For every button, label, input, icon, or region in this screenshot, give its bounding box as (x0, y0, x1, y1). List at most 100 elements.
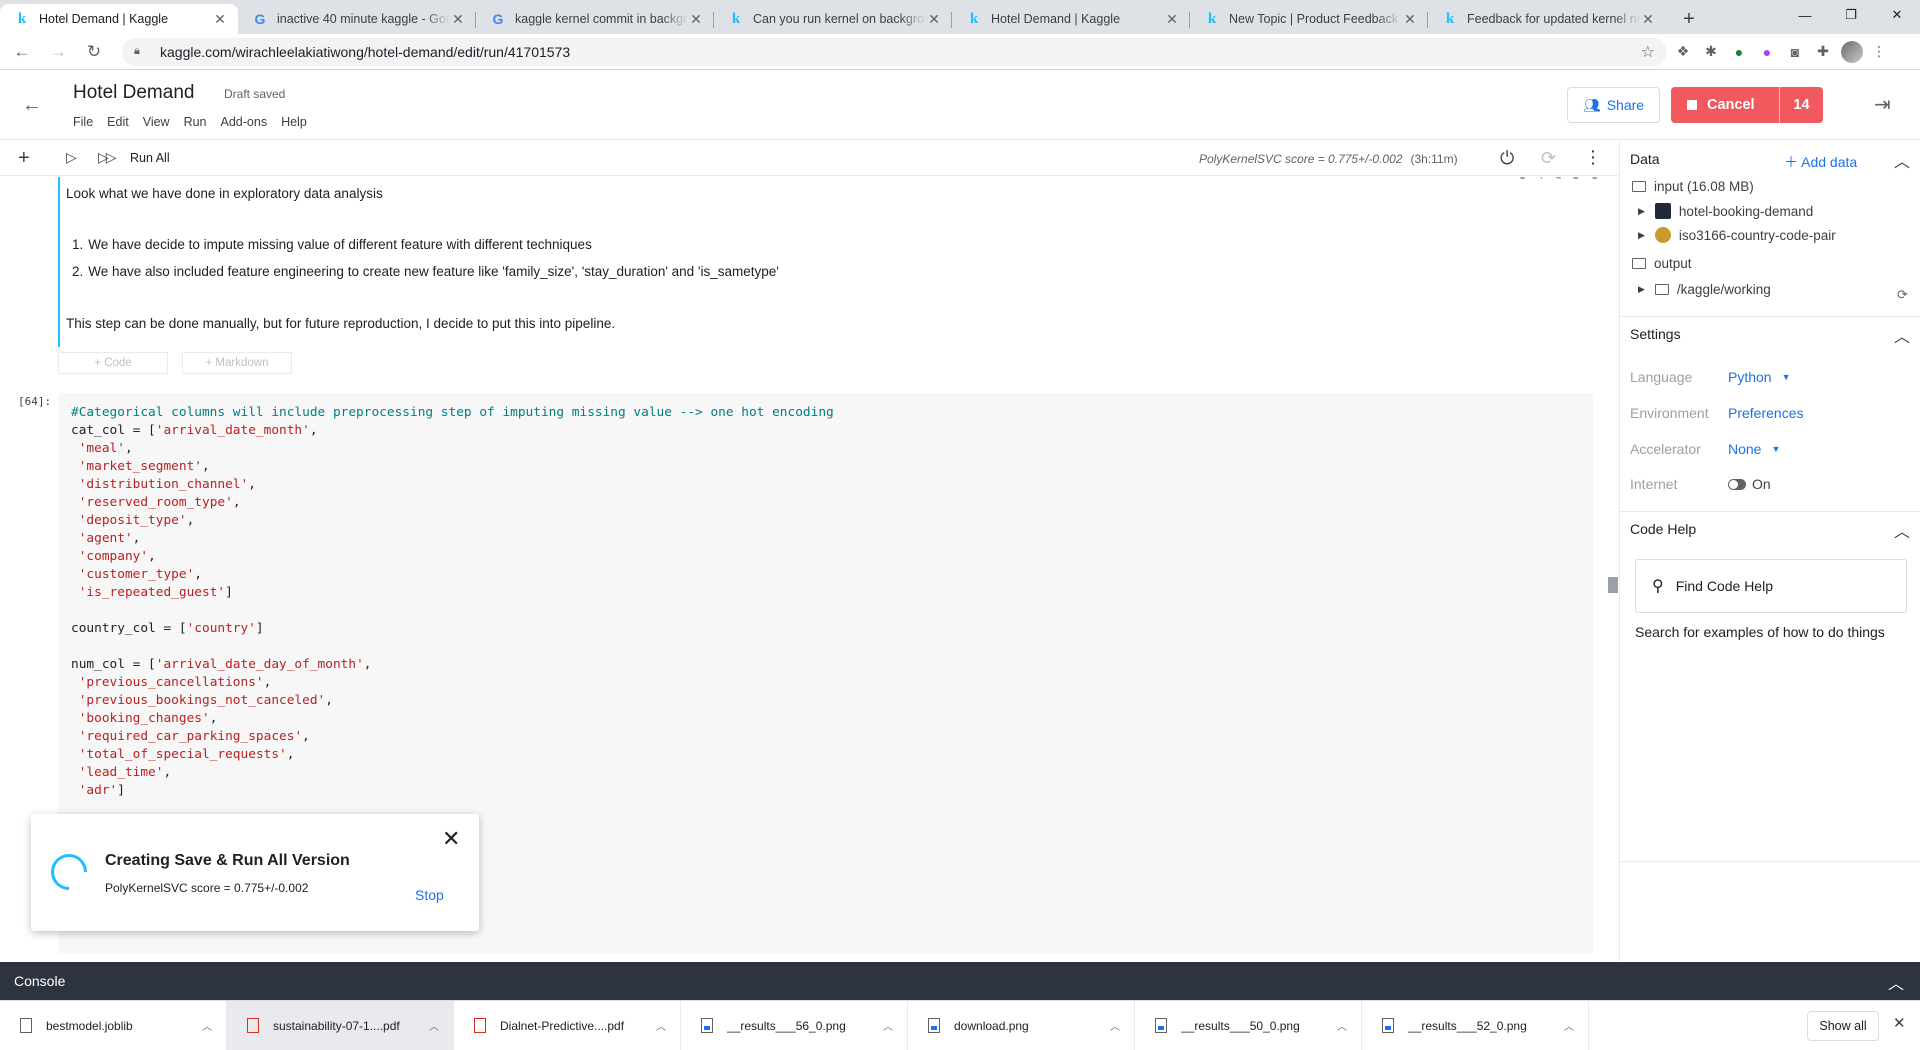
dataset-item[interactable]: ▶ iso3166-country-code-pair (1638, 227, 1836, 243)
chevron-up-icon[interactable]: ︿ (1894, 323, 1910, 347)
chevron-up-icon[interactable]: ︿ (429, 1018, 439, 1033)
extension-green-icon[interactable]: ● (1727, 40, 1751, 64)
settings-section-header[interactable]: Settings ︿ (1620, 320, 1920, 348)
extension-icon[interactable]: ❖ (1671, 40, 1695, 64)
download-item[interactable]: download.png ︿ (908, 1000, 1135, 1050)
stop-button[interactable]: Stop (415, 887, 444, 903)
move-down-icon[interactable]: ▼ (1537, 177, 1546, 181)
code-editor[interactable]: #Categorical columns will include prepro… (71, 404, 834, 800)
extension-bug-icon[interactable]: ✱ (1699, 40, 1723, 64)
browser-tab[interactable]: G kaggle kernel commit in background ✕ (476, 4, 714, 34)
browser-tab[interactable]: k New Topic | Product Feedback | Discuss… (1190, 4, 1428, 34)
chevron-up-icon[interactable]: ︿ (1110, 1018, 1120, 1033)
menu-add-ons[interactable]: Add-ons (221, 115, 268, 129)
restore-icon[interactable]: ❐ (1828, 0, 1874, 30)
scrollbar-thumb[interactable] (1608, 577, 1618, 593)
refresh-icon[interactable]: ⟳ (1541, 148, 1556, 169)
chevron-up-icon[interactable]: ︿ (1337, 1018, 1347, 1033)
code-help-search-input[interactable]: ⚲ Find Code Help (1635, 559, 1907, 613)
menu-file[interactable]: File (73, 115, 93, 129)
close-icon[interactable]: ✕ (450, 11, 466, 27)
refresh-icon[interactable]: ⟳ (1897, 287, 1908, 303)
caret-right-icon[interactable]: ▶ (1638, 206, 1645, 217)
browser-tab[interactable]: G inactive 40 minute kaggle - Google Sea… (238, 4, 476, 34)
browser-tab[interactable]: k Feedback for updated kernel notebook ✕ (1428, 4, 1666, 34)
url-input[interactable]: 🔒︎ kaggle.com/wirachleelakiatiwong/hotel… (122, 37, 1667, 66)
menu-view[interactable]: View (143, 115, 170, 129)
add-cell-icon[interactable]: + (18, 147, 30, 170)
accelerator-select[interactable]: None (1728, 441, 1761, 457)
close-icon[interactable]: ✕ (1893, 1014, 1906, 1032)
add-data-button[interactable]: ＋ Add data (1784, 152, 1857, 172)
chevron-up-icon[interactable]: ︿ (883, 1018, 893, 1033)
download-item[interactable]: __results___56_0.png ︿ (681, 1000, 908, 1050)
camera-icon[interactable]: ◙ (1783, 40, 1807, 64)
move-up-icon[interactable]: ▲ (1518, 177, 1527, 181)
forward-icon[interactable]: → (44, 38, 72, 66)
caret-right-icon[interactable]: ▶ (1638, 284, 1645, 295)
move-top-icon[interactable]: ▲ (1571, 177, 1580, 181)
close-window-icon[interactable]: ✕ (1874, 0, 1920, 30)
chevron-up-icon[interactable]: ︿ (1564, 1018, 1574, 1033)
chevron-up-icon[interactable]: ︿ (656, 1018, 666, 1033)
close-icon[interactable]: ✕ (1164, 11, 1180, 27)
show-all-button[interactable]: Show all (1807, 1011, 1879, 1041)
add-code-button[interactable]: + Code (58, 352, 168, 374)
chevron-up-icon[interactable]: ︿ (1894, 148, 1910, 172)
back-arrow-icon[interactable]: ← (22, 94, 42, 117)
close-icon[interactable]: ✕ (926, 11, 942, 27)
menu-help[interactable]: Help (281, 115, 307, 129)
chevron-up-icon[interactable]: ︿ (1888, 970, 1904, 994)
download-item[interactable]: Dialnet-Predictive....pdf ︿ (454, 1000, 681, 1050)
download-item[interactable]: __results___50_0.png ︿ (1135, 1000, 1362, 1050)
internet-toggle[interactable] (1728, 478, 1746, 490)
working-folder[interactable]: ▶ /kaggle/working (1638, 282, 1771, 297)
run-all-button[interactable]: Run All (130, 151, 170, 165)
code-help-section-header[interactable]: Code Help ︿ (1620, 515, 1920, 543)
back-icon[interactable]: ← (8, 38, 36, 66)
puzzle-icon[interactable]: ✚ (1811, 40, 1835, 64)
language-select[interactable]: Python (1728, 369, 1772, 385)
caret-right-icon[interactable]: ▶ (1638, 230, 1645, 241)
star-icon[interactable]: ☆ (1641, 42, 1655, 62)
chevron-up-icon[interactable]: ︿ (1894, 518, 1910, 542)
collapse-panel-icon[interactable]: ⇥ (1874, 92, 1891, 117)
download-item[interactable]: __results___52_0.png ︿ (1362, 1000, 1589, 1050)
run-cell-icon[interactable]: ▷ (66, 149, 77, 166)
menu-run[interactable]: Run (184, 115, 207, 129)
input-folder[interactable]: input (16.08 MB) (1632, 179, 1754, 194)
close-icon[interactable]: ✕ (1640, 11, 1656, 27)
markdown-cell[interactable]: ▲ ▼ ■ ▲ ▲ Look what we have done in expl… (58, 177, 1599, 347)
delete-icon[interactable]: ■ (1556, 177, 1561, 181)
menu-edit[interactable]: Edit (107, 115, 129, 129)
run-all-icon[interactable]: ▷▷ (98, 149, 116, 166)
close-icon[interactable]: ✕ (442, 828, 460, 850)
output-folder[interactable]: output (1632, 256, 1692, 271)
move-bottom-icon[interactable]: ▲ (1590, 177, 1599, 181)
more-vert-icon[interactable]: ⋮ (1867, 40, 1891, 64)
download-item[interactable]: bestmodel.joblib ︿ (0, 1000, 227, 1050)
minimize-icon[interactable]: — (1782, 0, 1828, 30)
new-tab-button[interactable]: + (1674, 4, 1704, 34)
browser-tab[interactable]: k Can you run kernel on background ✕ (714, 4, 952, 34)
browser-tab[interactable]: k Hotel Demand | Kaggle ✕ (952, 4, 1190, 34)
close-icon[interactable]: ✕ (212, 11, 228, 27)
data-section-header[interactable]: Data ＋ Add data ︿ (1620, 145, 1920, 173)
cancel-run-button[interactable]: Cancel 14 (1671, 87, 1823, 123)
share-button[interactable]: 👥︎ Share (1567, 87, 1660, 123)
avatar[interactable] (1841, 40, 1863, 63)
dataset-item[interactable]: ▶ hotel-booking-demand (1638, 203, 1813, 219)
power-icon[interactable]: ⏻ (1500, 148, 1514, 169)
browser-tab[interactable]: k Hotel Demand | Kaggle ✕ (0, 4, 238, 34)
chevron-up-icon[interactable]: ︿ (202, 1018, 212, 1033)
add-markdown-button[interactable]: + Markdown (182, 352, 292, 374)
reload-icon[interactable]: ↻ (80, 38, 108, 66)
page-title[interactable]: Hotel Demand (73, 82, 194, 104)
environment-link[interactable]: Preferences (1728, 405, 1803, 421)
more-vert-icon[interactable]: ⋮ (1584, 147, 1602, 168)
extension-purple-icon[interactable]: ● (1755, 40, 1779, 64)
close-icon[interactable]: ✕ (1402, 11, 1418, 27)
caret-down-icon[interactable]: ▼ (1782, 372, 1791, 382)
console-bar[interactable]: Console ︿ (0, 962, 1920, 1000)
close-icon[interactable]: ✕ (688, 11, 704, 27)
